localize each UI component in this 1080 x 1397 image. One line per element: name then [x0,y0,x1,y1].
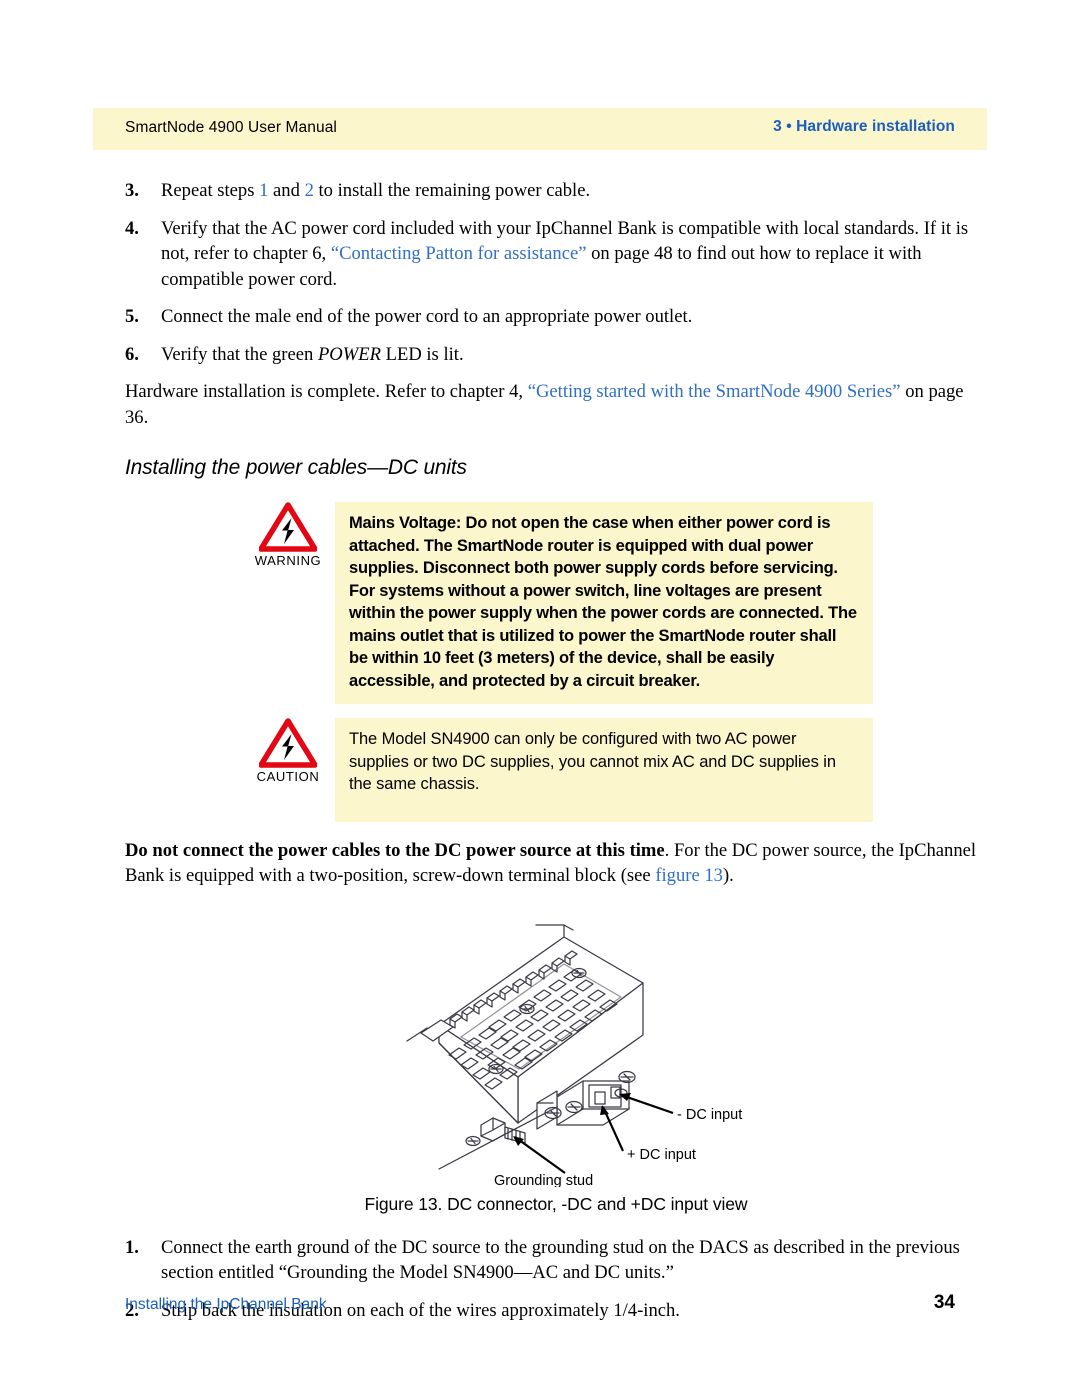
list-item-text: Connect the earth ground of the DC sourc… [161,1237,960,1284]
list-item-number: 6. [125,343,139,365]
callout-grounding-stud: Grounding stud [494,1173,593,1187]
figure-caption: Figure 13. DC connector, -DC and +DC inp… [364,1193,748,1214]
body-text: Repeat steps [161,180,260,201]
figure-13: - DC input + DC input Grounding stud Fig… [125,917,987,1215]
body-text: Hardware installation is complete. Refer… [125,381,528,402]
cross-reference-link[interactable]: 1 [259,180,268,201]
caution-admonition: CAUTION The Model SN4900 can only be con… [241,718,873,822]
body-text: ). [722,865,734,886]
body-text: Verify that the green [161,343,318,365]
page-content: 3. Repeat steps 1 and 2 to install the re… [125,178,987,1335]
caution-text: The Model SN4900 can only be configured … [335,718,873,822]
list-item-text: Verify that the green POWER LED is lit. [161,344,464,365]
warning-admonition: WARNING Mains Voltage: Do not open the c… [241,502,873,704]
caution-icon-group: CAUTION [241,718,335,784]
emphasis-text: POWER [317,343,381,365]
dc-connector-illustration: - DC input + DC input Grounding stud [406,923,742,1189]
warning-triangle-lightning-icon [241,502,335,552]
paragraph-dc-power-source: Do not connect the power cables to the D… [125,838,987,889]
cross-reference-link[interactable]: “Getting started with the SmartNode 4900… [528,381,901,402]
list-item-number: 4. [125,217,139,239]
body-text: to install the remaining power cable. [313,180,591,201]
footer-page-number: 34 [933,1292,955,1313]
list-item-text: Connect the male end of the power cord t… [161,306,692,327]
header-chapter-title: 3 • Hardware installation [773,118,955,135]
caution-label: CAUTION [256,769,320,784]
cross-reference-link[interactable]: “Contacting Patton for assistance” [331,243,587,264]
list-item: 3. Repeat steps 1 and 2 to install the re… [125,178,987,204]
cross-reference-link[interactable]: figure 13 [655,865,723,886]
list-item-number: 5. [125,306,139,327]
body-text: Connect the male end of the power cord t… [161,306,693,327]
section-heading: Installing the power cables—DC units [125,456,467,479]
cross-reference-link[interactable]: 2 [305,180,314,201]
body-text: and [268,180,305,201]
paragraph-installation-complete: Hardware installation is complete. Refer… [125,379,987,430]
callout-plus-dc-input: + DC input [627,1147,696,1163]
list-item-number: 1. [125,1236,139,1258]
list-item: 5. Connect the male end of the power cord… [125,304,987,330]
footer-section-label: Installing the IpChannel Bank [125,1296,327,1313]
list-item-number: 3. [125,180,139,201]
steps-top-list: 3. Repeat steps 1 and 2 to install the re… [125,178,987,367]
header-manual-title: SmartNode 4900 User Manual [125,119,337,136]
warning-text: Mains Voltage: Do not open the case when… [335,502,873,704]
body-text: LED is lit. [380,343,464,365]
list-item: 4. Verify that the AC power cord included… [125,216,987,293]
list-item-text: Verify that the AC power cord included w… [161,218,968,290]
warning-icon-group: WARNING [241,502,335,568]
list-item: 1. Connect the earth ground of the DC sou… [125,1235,987,1286]
warning-label: WARNING [254,553,322,568]
caution-triangle-lightning-icon [241,718,335,768]
list-item: 6. Verify that the green POWER LED is lit… [125,342,987,368]
body-text: Connect the earth ground of the DC sourc… [161,1236,960,1284]
list-item-text: Repeat steps 1 and 2 to install the rema… [161,180,590,201]
strong-text: Do not connect the power cables to the D… [125,839,665,861]
callout-minus-dc-input: - DC input [677,1107,742,1123]
